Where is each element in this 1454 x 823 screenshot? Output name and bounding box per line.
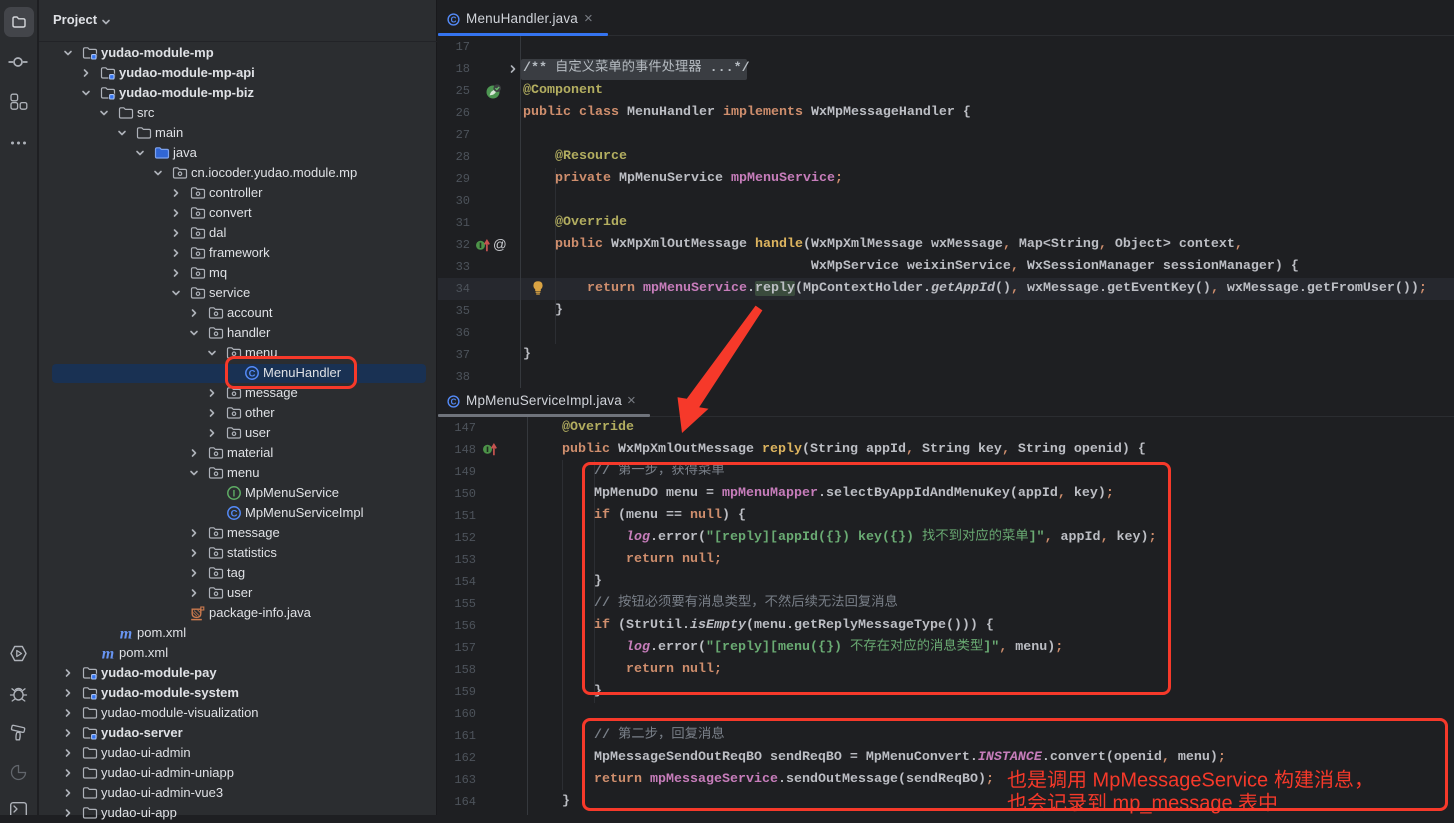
svg-text:m: m (120, 626, 132, 642)
svg-text:C: C (451, 16, 457, 25)
svg-text:C: C (231, 508, 238, 519)
svg-text:m: m (102, 646, 114, 662)
svg-text:I: I (233, 488, 236, 499)
svg-text:C: C (451, 398, 457, 407)
